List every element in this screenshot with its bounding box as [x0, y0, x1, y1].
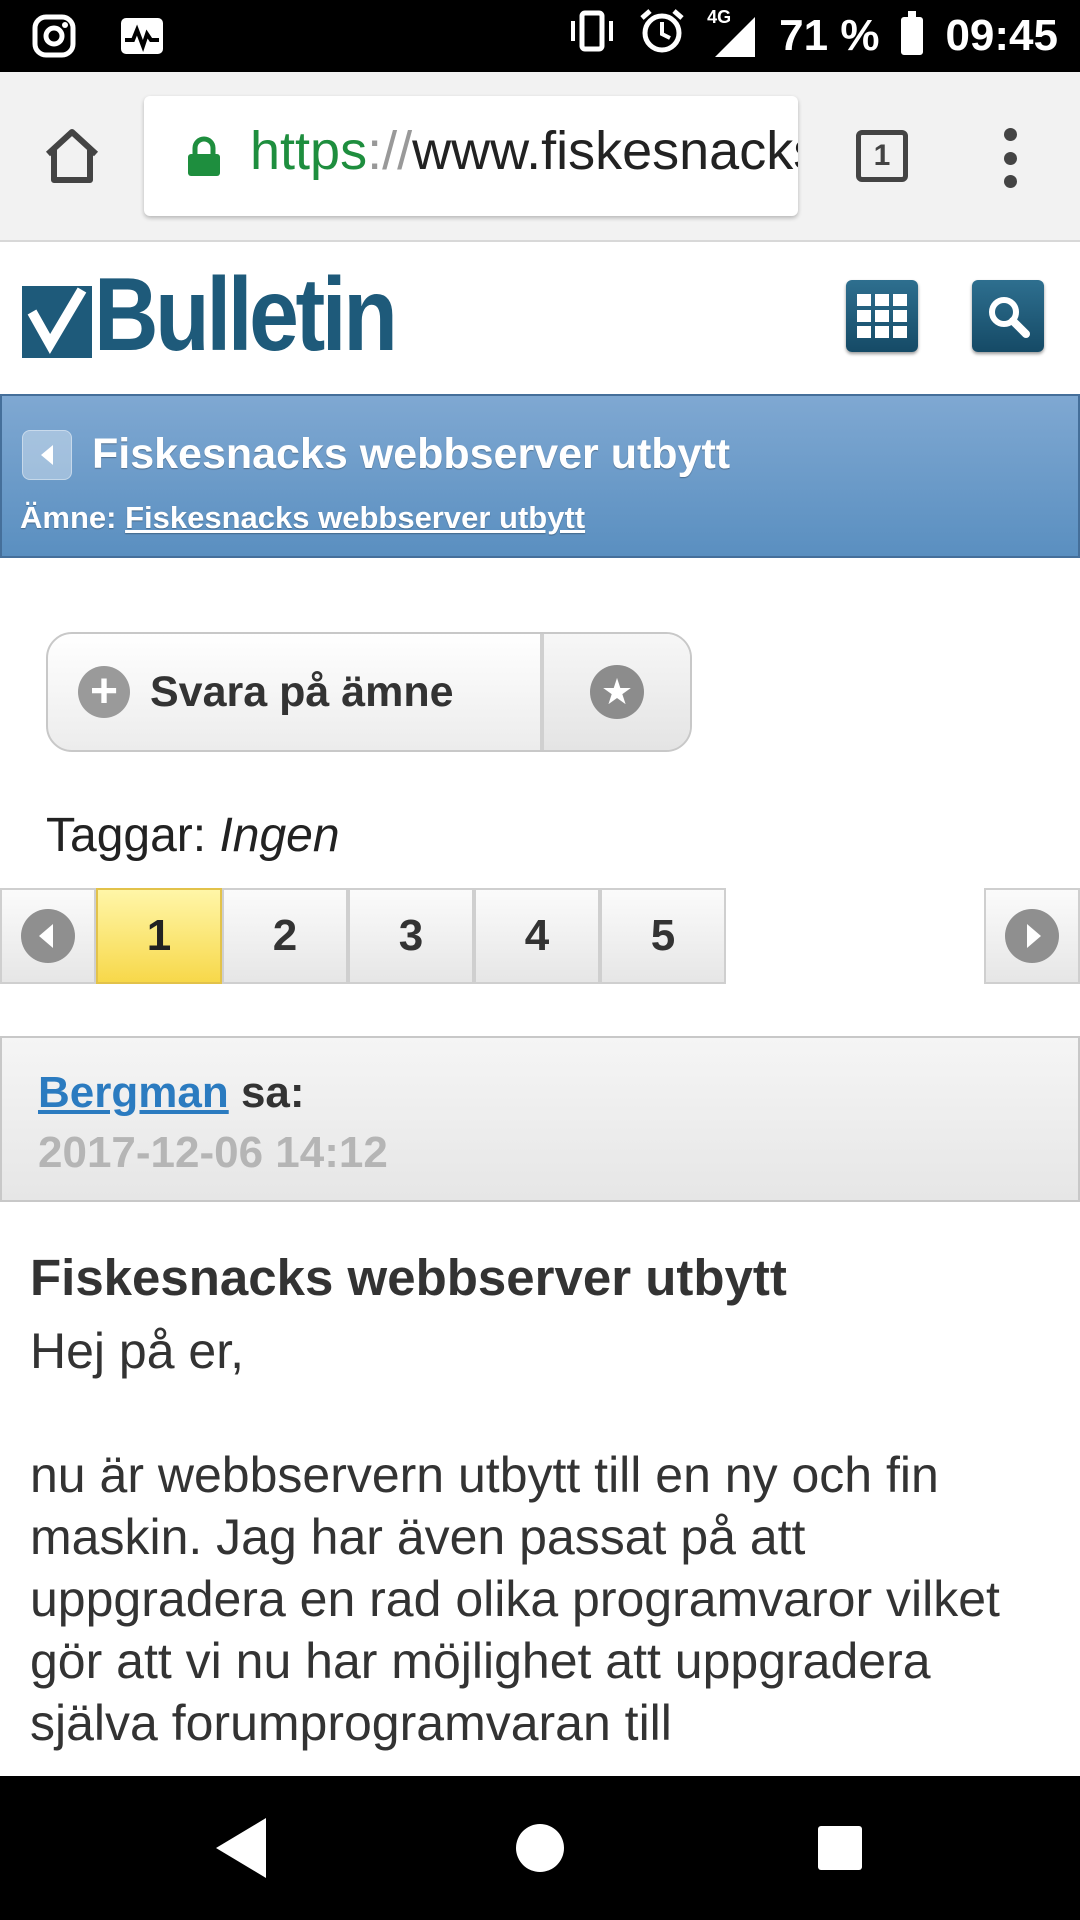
pagination: 1 2 3 4 5 [0, 888, 1080, 984]
home-button[interactable] [40, 124, 104, 188]
plus-icon: + [78, 666, 130, 718]
page-2-button[interactable]: 2 [222, 888, 348, 984]
menu-dot-icon [1003, 151, 1017, 165]
tab-switcher-button[interactable]: 1 [856, 130, 908, 182]
search-icon [989, 297, 1030, 338]
menu-dot-icon [1003, 175, 1017, 188]
thread-title: Fiskesnacks webbserver utbytt [92, 430, 731, 478]
battery-icon [901, 11, 924, 55]
vibrate-icon [567, 9, 617, 64]
page-3-button[interactable]: 3 [348, 888, 474, 984]
clock-time: 09:45 [945, 11, 1058, 60]
next-page-button[interactable] [984, 888, 1080, 984]
activity-icon [118, 12, 166, 60]
page-1-button[interactable]: 1 [96, 888, 222, 984]
tags-value: Ingen [219, 809, 340, 862]
site-header: Bulletin [0, 242, 1080, 394]
url-text: https://www.fiskesnacks [250, 121, 798, 181]
post-body: Hej på er, nu är webbservern utbytt till… [30, 1320, 1060, 1816]
grid-icon [857, 294, 907, 338]
menu-dot-icon [1003, 128, 1017, 141]
nav-home-button[interactable] [516, 1824, 564, 1872]
tags-label: Taggar: [46, 809, 207, 862]
system-nav-bar [0, 1776, 1080, 1920]
reply-to-thread-button[interactable]: + Svara på ämne [48, 634, 544, 750]
battery-percent: 71 % [779, 11, 880, 60]
chevron-right-icon [1005, 909, 1059, 963]
star-icon: ★ [590, 665, 644, 719]
thread-title-bar: Fiskesnacks webbserver utbytt Ämne: Fisk… [0, 394, 1080, 558]
post-greeting: Hej på er, [30, 1323, 245, 1379]
back-button[interactable] [22, 430, 72, 480]
page-5-button[interactable]: 5 [600, 888, 726, 984]
menu-grid-button[interactable] [846, 280, 918, 352]
subject-link[interactable]: Fiskesnacks webbserver utbytt [125, 500, 585, 535]
signal-4g-icon: 4G [707, 7, 757, 61]
lock-icon [186, 136, 222, 183]
nav-recents-button[interactable] [818, 1826, 862, 1870]
browser-toolbar: https://www.fiskesnacks 1 [0, 72, 1080, 242]
nav-back-button[interactable] [216, 1818, 266, 1878]
post-date: 2017-12-06 14:12 [38, 1128, 388, 1177]
prev-page-button[interactable] [0, 888, 96, 984]
url-bar[interactable]: https://www.fiskesnacks [144, 96, 798, 216]
status-bar: 4G 71 % 09:45 [0, 0, 1080, 72]
search-button[interactable] [972, 280, 1044, 352]
thread-subject: Ämne: Fiskesnacks webbserver utbytt [20, 500, 586, 535]
page-4-button[interactable]: 4 [474, 888, 600, 984]
alarm-icon [639, 8, 685, 65]
back-arrow-icon [41, 445, 53, 465]
home-icon [45, 129, 99, 183]
overflow-menu-button[interactable] [1000, 128, 1020, 188]
instagram-icon [30, 12, 78, 60]
post-title: Fiskesnacks webbserver utbytt [30, 1249, 787, 1306]
tags-line: Taggar: Ingen [46, 808, 340, 863]
chevron-left-icon [21, 909, 75, 963]
post-header: Bergman sa: 2017-12-06 14:12 [0, 1036, 1080, 1202]
thread-actions: + Svara på ämne ★ [46, 632, 692, 752]
author-link[interactable]: Bergman [38, 1068, 229, 1117]
logo-check-icon [22, 286, 92, 358]
post-author-line: Bergman sa: [38, 1068, 305, 1117]
subscribe-star-button[interactable]: ★ [544, 634, 690, 750]
vbulletin-logo[interactable]: Bulletin [22, 257, 443, 373]
post-text: nu är webbservern utbytt till en ny och … [30, 1447, 1000, 1751]
